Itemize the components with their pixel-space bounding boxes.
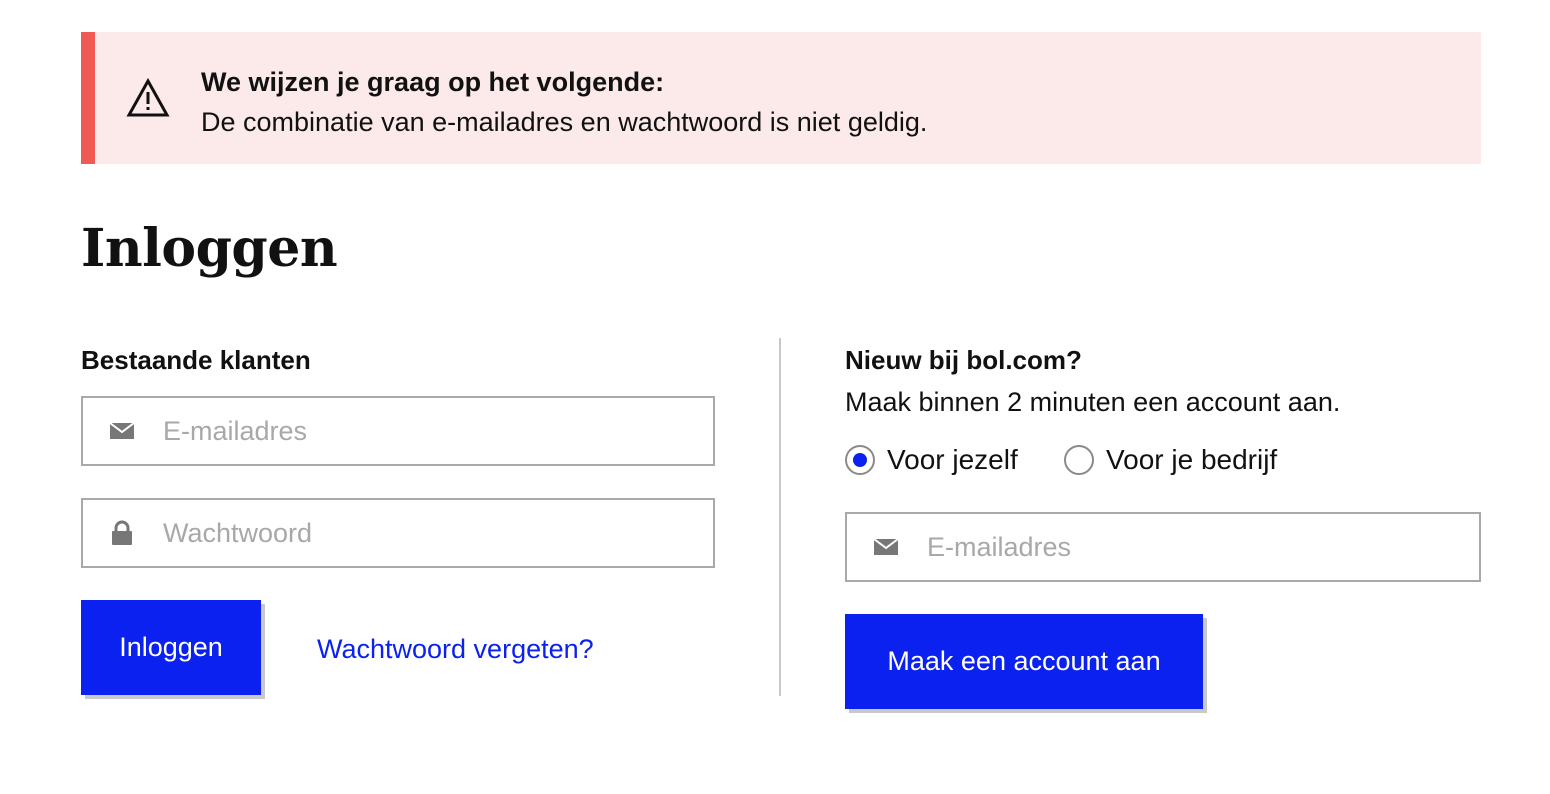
- radio-option-personal[interactable]: Voor jezelf: [845, 442, 1018, 478]
- radio-button-business[interactable]: [1064, 445, 1094, 475]
- new-customer-heading: Nieuw bij bol.com?: [845, 345, 1082, 375]
- login-email-field[interactable]: [81, 396, 715, 466]
- login-email-input[interactable]: [163, 398, 693, 464]
- register-subtext: Maak binnen 2 minuten een account aan.: [845, 387, 1341, 417]
- existing-customers-heading: Bestaande klanten: [81, 345, 311, 375]
- radio-option-business[interactable]: Voor je bedrijf: [1064, 442, 1277, 478]
- alert-message: De combinatie van e-mailadres en wachtwo…: [201, 107, 928, 137]
- alert-title: We wijzen je graag op het volgende:: [201, 67, 665, 97]
- login-password-field[interactable]: [81, 498, 715, 568]
- register-email-input[interactable]: [927, 514, 1459, 580]
- mail-icon: [873, 534, 899, 560]
- warning-icon: [126, 77, 170, 118]
- login-password-input[interactable]: [163, 500, 693, 566]
- login-page: We wijzen je graag op het volgende: De c…: [0, 0, 1550, 794]
- forgot-password-link[interactable]: Wachtwoord vergeten?: [317, 631, 594, 667]
- create-account-button[interactable]: Maak een account aan: [845, 614, 1203, 709]
- alert-accent-bar: [81, 32, 95, 164]
- error-alert: We wijzen je graag op het volgende: De c…: [81, 32, 1481, 164]
- lock-icon: [109, 520, 135, 546]
- page-title: Inloggen: [81, 218, 338, 279]
- radio-label-personal: Voor jezelf: [887, 444, 1018, 475]
- mail-icon: [109, 418, 135, 444]
- radio-label-business: Voor je bedrijf: [1106, 444, 1278, 475]
- column-divider: [779, 338, 781, 696]
- register-email-field[interactable]: [845, 512, 1481, 582]
- login-button[interactable]: Inloggen: [81, 600, 261, 695]
- radio-button-personal[interactable]: [845, 445, 875, 475]
